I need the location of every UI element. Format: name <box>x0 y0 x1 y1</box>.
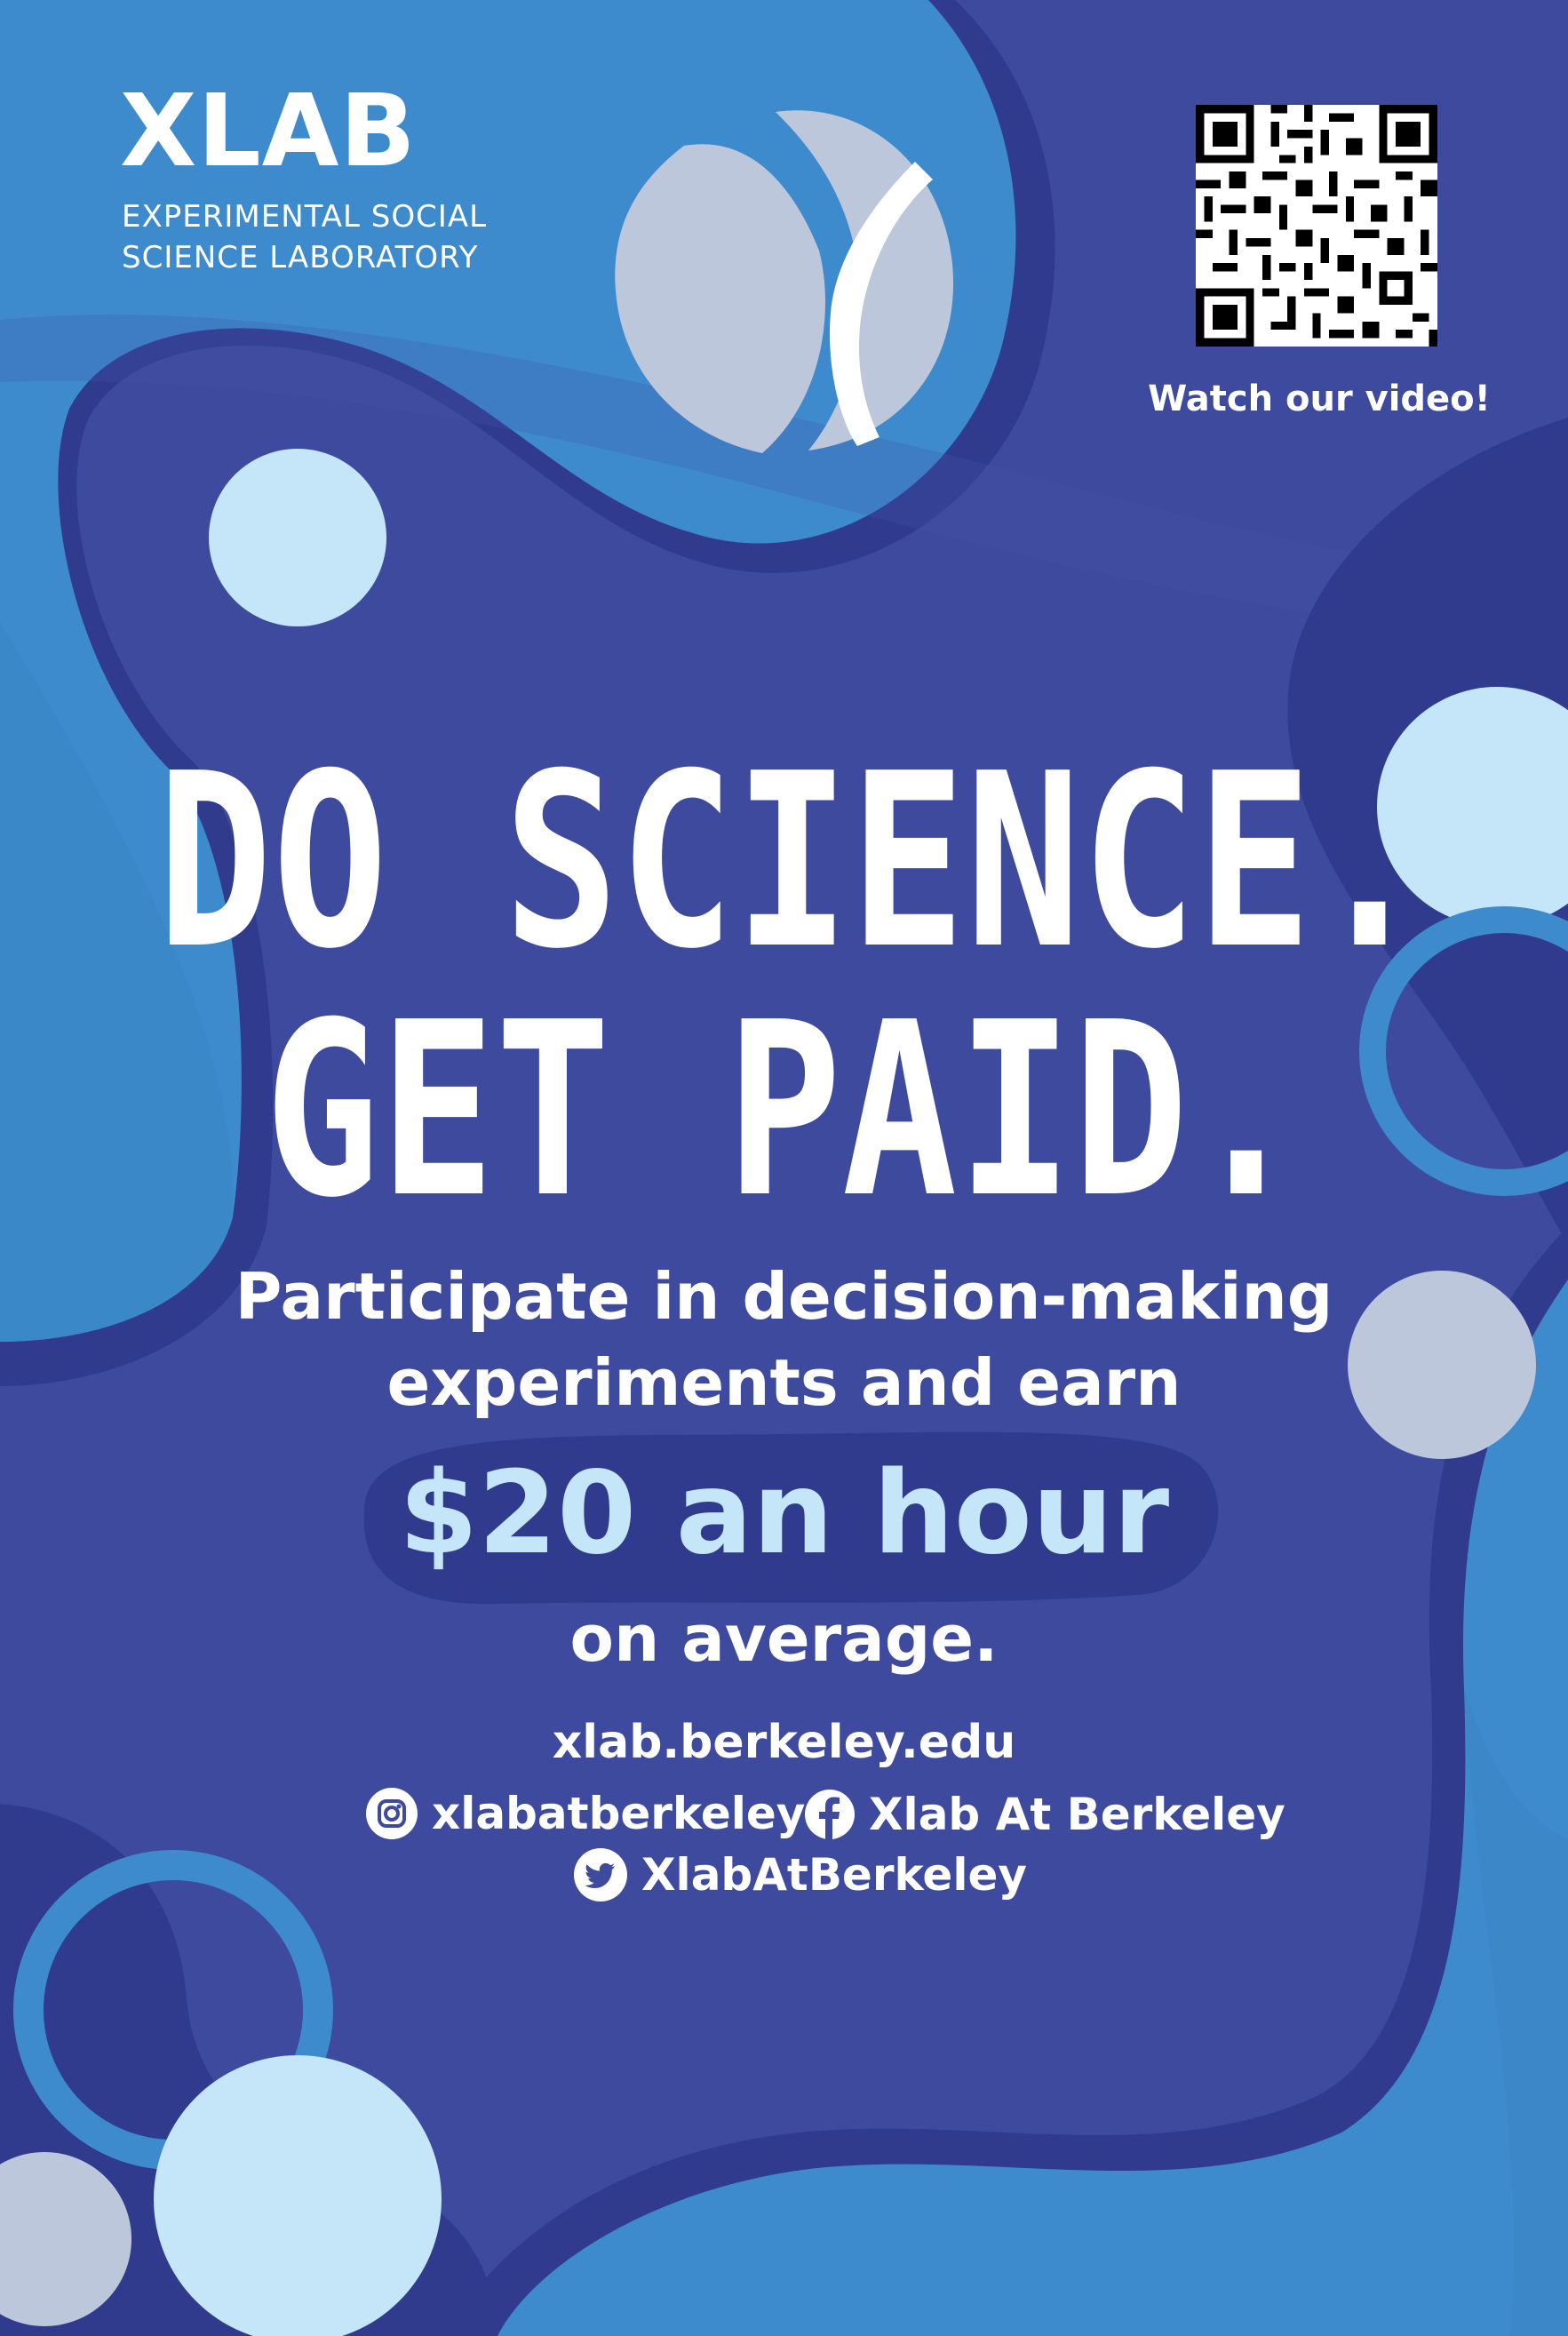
xlab-leaf-mark-icon <box>615 110 954 454</box>
pay-highlight: $20 an hour <box>398 1447 1170 1580</box>
twitter-link[interactable]: XlabAtBerkeley <box>574 1848 1027 1901</box>
twitter-handle: XlabAtBerkeley <box>641 1849 1027 1901</box>
logo-subtitle-line1: EXPERIMENTAL SOCIAL <box>122 199 488 235</box>
instagram-handle: xlabatberkeley <box>432 1788 806 1839</box>
facebook-handle: Xlab At Berkeley <box>869 1789 1285 1840</box>
qr-code-icon[interactable] <box>1196 105 1437 347</box>
headline-line1: DO SCIENCE. <box>156 722 1428 1001</box>
logo-title: XLAB <box>120 74 417 189</box>
instagram-icon <box>366 1788 418 1839</box>
poster: XLAB EXPERIMENTAL SOCIAL SCIENCE LABORAT… <box>0 0 1568 2336</box>
body-line2: experiments and earn <box>386 1345 1182 1420</box>
facebook-link[interactable]: Xlab At Berkeley <box>805 1790 1285 1839</box>
facebook-icon <box>805 1790 855 1839</box>
website-link[interactable]: xlab.berkeley.edu <box>0 1719 1568 1766</box>
logo-subtitle-line2: SCIENCE LABORATORY <box>122 240 479 275</box>
twitter-icon <box>574 1848 627 1901</box>
headline-line2: GET PAID. <box>264 970 1304 1250</box>
instagram-link[interactable]: xlabatberkeley <box>366 1788 805 1839</box>
body-line3: on average. <box>569 1601 999 1676</box>
body-line1: Participate in decision-making <box>235 1259 1333 1334</box>
qr-caption: Watch our video! <box>1148 379 1491 419</box>
